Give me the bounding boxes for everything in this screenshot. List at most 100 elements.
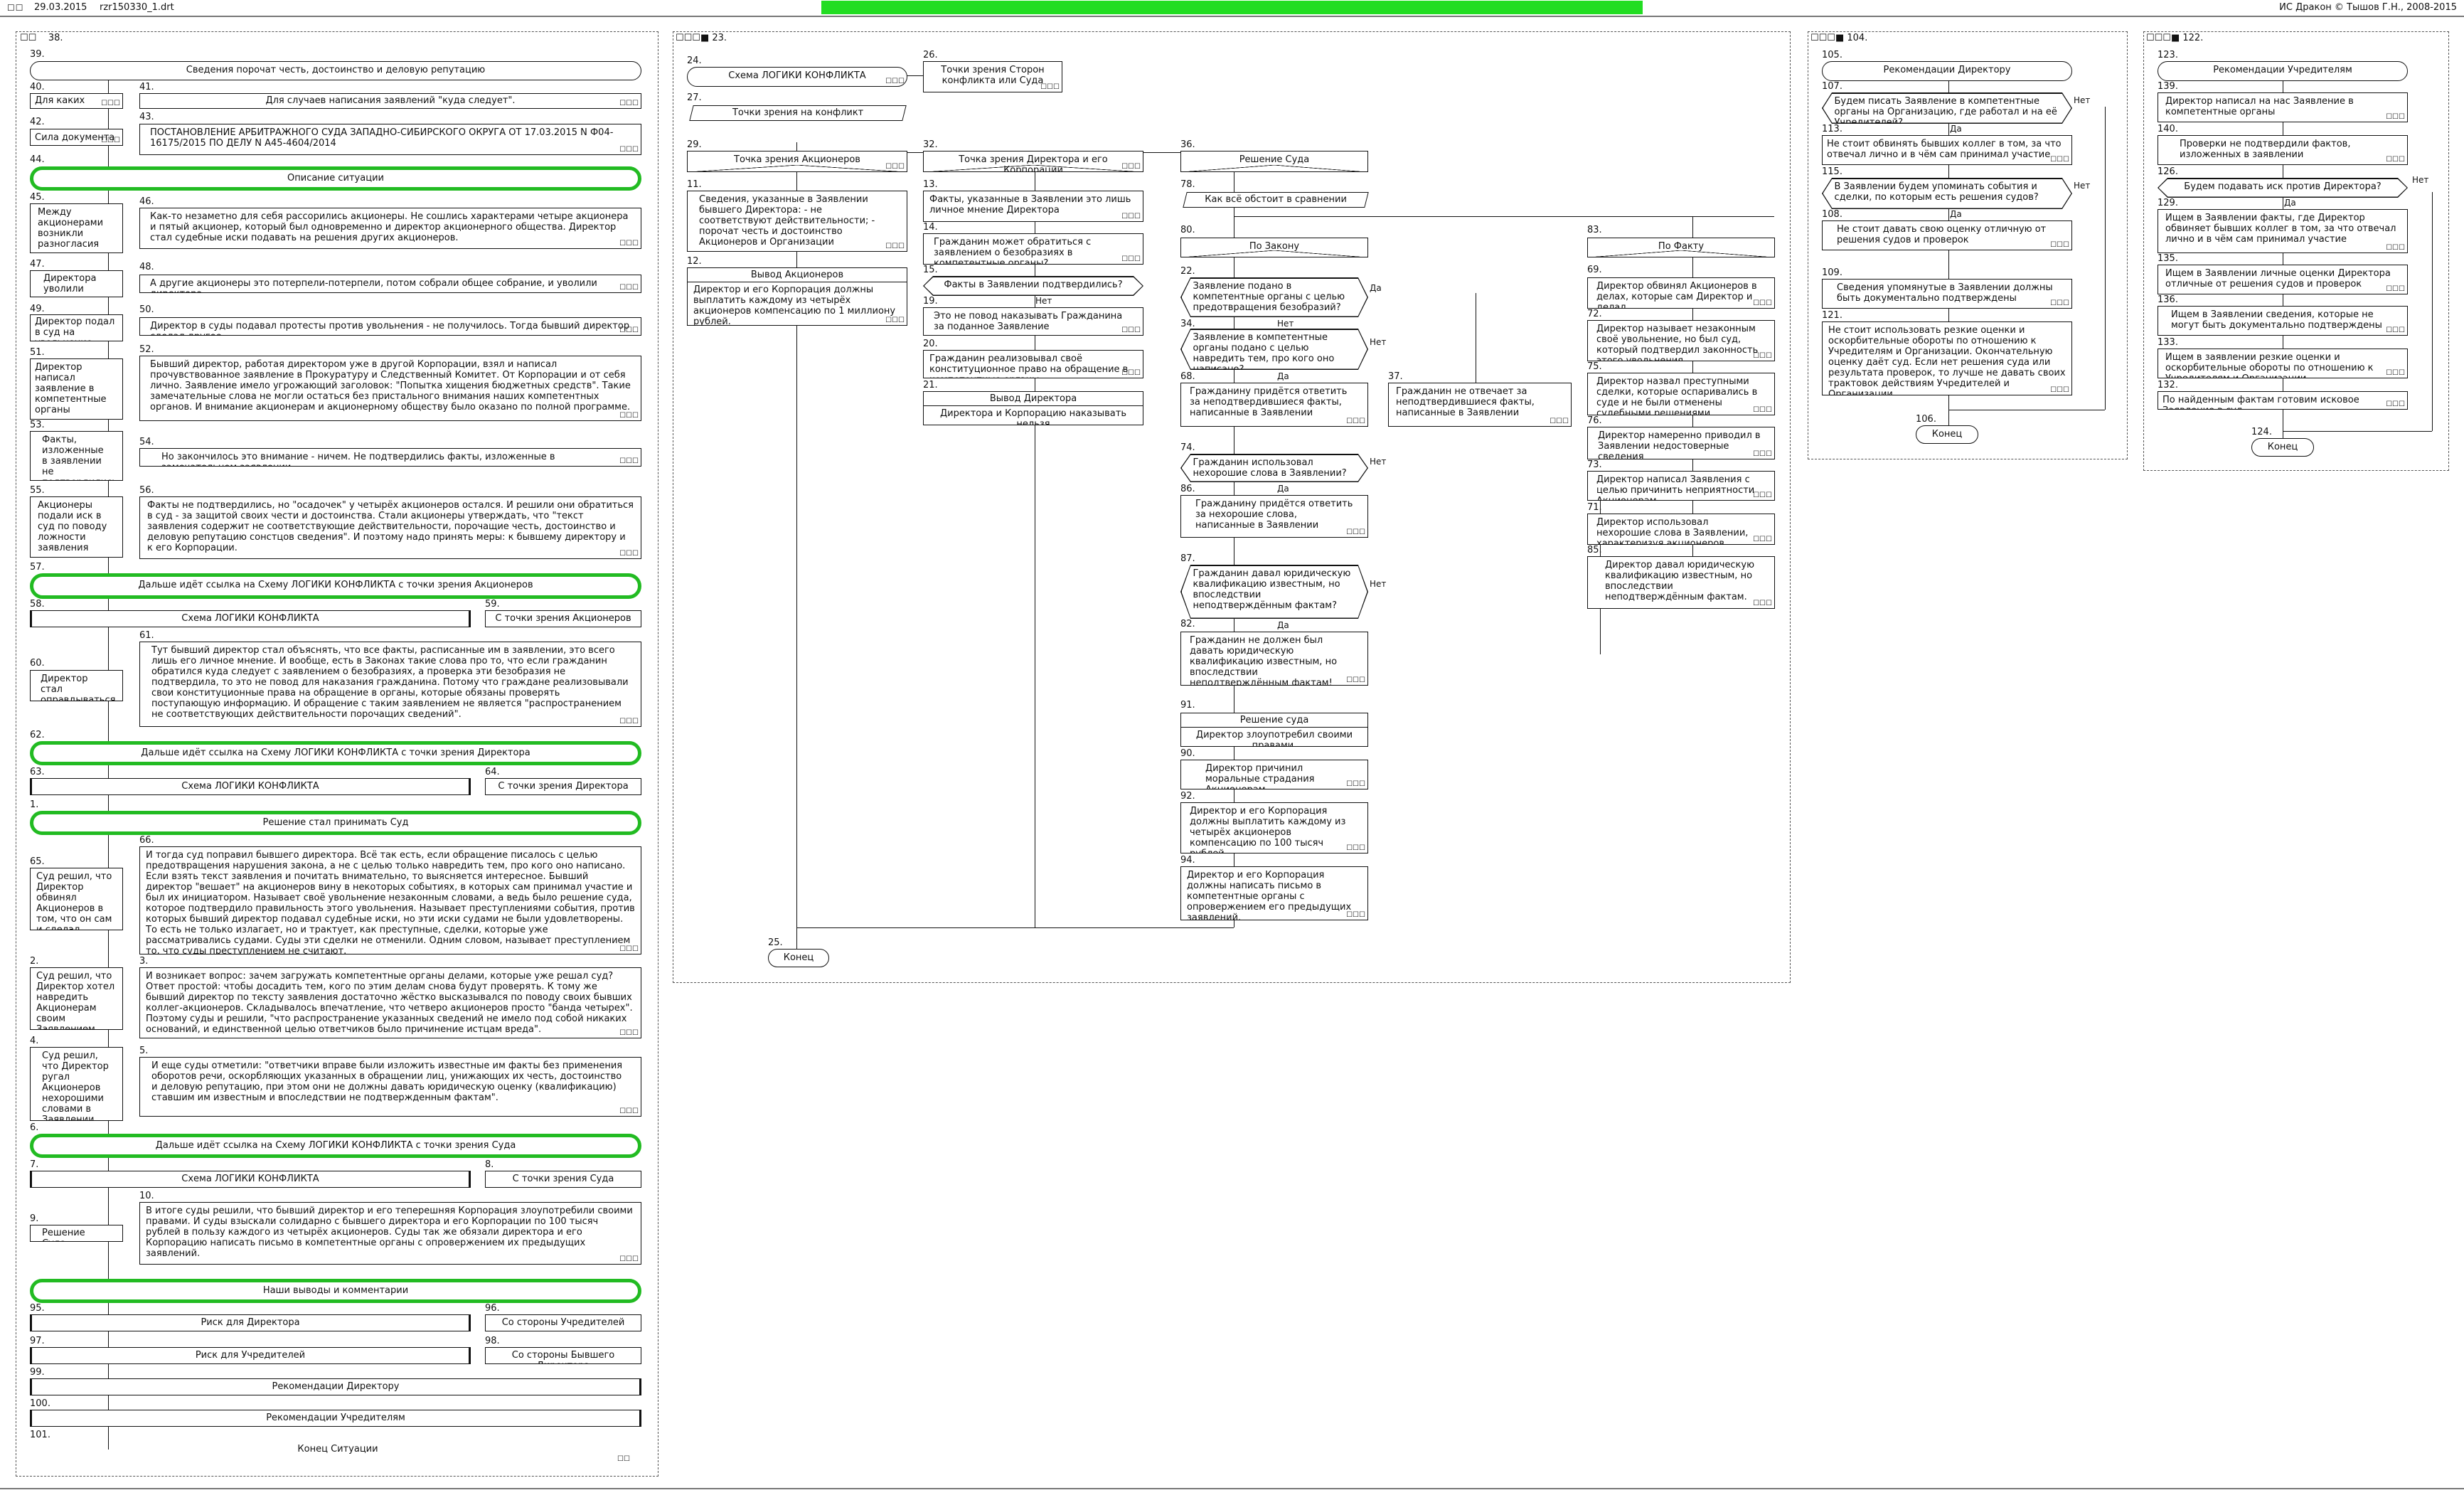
insertion-box[interactable]: Риск для Директора <box>30 1314 471 1331</box>
link-squares-icon[interactable]: ☐☐☐ <box>2050 242 2069 249</box>
action-box[interactable]: Не стоит давать свою оценку отличную от … <box>1822 220 2072 250</box>
case-label[interactable]: Для каких случаев ☐☐☐ <box>30 93 123 109</box>
link-squares-icon[interactable]: ☐☐☐ <box>619 240 639 248</box>
case-label[interactable]: Решение Суда <box>30 1225 123 1242</box>
action-box[interactable]: Факты, указанные в Заявлении это лишь ли… <box>923 191 1143 222</box>
link-squares-icon[interactable]: ☐☐☐ <box>619 1256 639 1263</box>
link-squares-icon[interactable]: ☐☐☐ <box>1346 418 1365 425</box>
link-squares-icon[interactable]: ☐☐☐ <box>2386 286 2405 293</box>
action-box[interactable]: Директор назвал преступными сделки, кото… <box>1587 373 1775 415</box>
action-box[interactable]: А другие акционеры это потерпели-потерпе… <box>139 275 641 293</box>
output-box[interactable]: Решение суда Директор злоупотребил своими… <box>1180 713 1368 747</box>
question-box[interactable]: Заявление подано в компетентные органы с… <box>1180 277 1368 317</box>
action-box[interactable]: Но закончилось это внимание - ничем. Не … <box>139 448 641 467</box>
case-label[interactable]: Суд решил, что Директор обвинял Акционер… <box>30 868 123 930</box>
action-box[interactable]: Для случаев написания заявлений "куда сл… <box>139 93 641 109</box>
link-squares-icon[interactable]: ☐☐☐ <box>1753 492 1772 499</box>
link-squares-icon[interactable]: ☐☐☐ <box>1753 353 1772 360</box>
window-squares-icon[interactable]: ☐☐ <box>7 3 24 13</box>
comment-box[interactable]: С точки зрения Директора <box>485 778 641 795</box>
action-box[interactable]: Не стоит использовать резкие оценки и ос… <box>1822 321 2072 395</box>
action-box[interactable]: Не стоит обвинять бывших коллег в том, з… <box>1822 135 2072 165</box>
action-box[interactable]: Гражданин не должен был давать юридическ… <box>1180 632 1368 686</box>
action-box[interactable]: В итоге суды решили, что бывший директор… <box>139 1202 641 1265</box>
case-label[interactable]: Между акционерами возникли разногласия <box>30 203 123 253</box>
link-squares-icon[interactable]: ☐☐☐ <box>1753 451 1772 458</box>
link-squares-icon[interactable]: ☐☐☐ <box>619 147 639 154</box>
comment-box[interactable]: Точки зрения Сторон конфликта или Суда ☐☐… <box>923 61 1062 92</box>
title-terminator[interactable]: Рекомендации Учредителям <box>2158 61 2408 81</box>
action-box[interactable]: Директор использовал нехорошие слова в З… <box>1587 514 1775 545</box>
branch-header[interactable]: Точка зрения Акционеров ☐☐☐ <box>687 151 907 172</box>
action-box[interactable]: Гражданин может обратиться с заявлением … <box>923 233 1143 265</box>
link-squares-icon[interactable]: ☐☐☐ <box>101 100 120 107</box>
comment-box[interactable]: Со стороны Учредителей <box>485 1314 641 1331</box>
insertion-box[interactable]: Рекомендации Учредителям <box>30 1410 641 1427</box>
action-box[interactable]: Факты не подтвердились, но "осадочек" у … <box>139 496 641 559</box>
link-squares-icon[interactable]: ☐☐☐ <box>1346 781 1365 788</box>
section-header-green[interactable]: Дальше идёт ссылка на Схему ЛОГИКИ КОНФЛ… <box>30 573 641 599</box>
case-label[interactable]: Суд решил, что Директор ругал Акционеров… <box>30 1047 123 1121</box>
link-squares-icon[interactable]: ☐☐ <box>617 1455 630 1463</box>
panel-squares-icon[interactable]: ☐☐☐■ <box>2146 33 2180 43</box>
insertion-box[interactable]: Схема ЛОГИКИ КОНФЛИКТА <box>30 610 471 627</box>
action-box[interactable]: Гражданину придётся ответить за неподтве… <box>1180 383 1368 427</box>
action-box[interactable]: Ищем в Заявлении факты, где Директор обв… <box>2158 209 2408 253</box>
action-box[interactable]: Гражданин не отвечает за неподтвердившие… <box>1388 383 1572 427</box>
action-box[interactable]: И тогда суд поправил бывшего директора. … <box>139 846 641 954</box>
link-squares-icon[interactable]: ☐☐☐ <box>1121 370 1141 377</box>
link-squares-icon[interactable]: ☐☐☐ <box>1346 529 1365 536</box>
link-squares-icon[interactable]: ☐☐☐ <box>619 327 639 334</box>
insertion-box[interactable]: Риск для Учредителей <box>30 1347 471 1364</box>
loop-begin[interactable]: Точки зрения на конфликт <box>689 105 907 121</box>
action-box[interactable]: Как-то незаметно для себя рассорились ак… <box>139 208 641 249</box>
link-squares-icon[interactable]: ☐☐☐ <box>1121 213 1141 220</box>
link-squares-icon[interactable]: ☐☐☐ <box>2386 370 2405 377</box>
link-squares-icon[interactable]: ☐☐☐ <box>2386 401 2405 408</box>
title-terminator[interactable]: Схема ЛОГИКИ КОНФЛИКТА ☐☐☐ <box>687 67 907 87</box>
link-squares-icon[interactable]: ☐☐☐ <box>619 100 639 107</box>
action-box[interactable]: По найденным фактам готовим исковое Заяв… <box>2158 391 2408 410</box>
link-squares-icon[interactable]: ☐☐☐ <box>2050 300 2069 307</box>
link-squares-icon[interactable]: ☐☐☐ <box>619 946 639 953</box>
link-squares-icon[interactable]: ☐☐☐ <box>885 243 905 250</box>
link-squares-icon[interactable]: ☐☐☐ <box>2386 327 2405 334</box>
case-label[interactable]: Акционеры подали иск в суд по поводу лож… <box>30 496 123 558</box>
action-box[interactable]: Директор обвинял Акционеров в делах, кот… <box>1587 277 1775 309</box>
title-terminator[interactable]: Рекомендации Директору <box>1822 61 2072 81</box>
case-label[interactable]: Директор подал в суд на увольнение <box>30 314 123 341</box>
question-box[interactable]: Факты в Заявлении подтвердились? <box>923 276 1143 296</box>
action-box[interactable]: Директор намеренно приводил в Заявлении … <box>1587 427 1775 459</box>
section-header-green[interactable]: Дальше идёт ссылка на Схему ЛОГИКИ КОНФЛ… <box>30 741 641 765</box>
action-box[interactable]: Тут бывший директор стал объяснять, что … <box>139 642 641 727</box>
link-squares-icon[interactable]: ☐☐☐ <box>2386 156 2405 164</box>
comment-box[interactable]: С точки зрения Суда <box>485 1171 641 1188</box>
link-squares-icon[interactable]: ☐☐☐ <box>1753 536 1772 543</box>
end-terminator[interactable]: Конец Ситуации <box>256 1444 420 1455</box>
case-label[interactable]: Директор стал оправдываться <box>30 670 123 701</box>
comment-box[interactable]: Со стороны Бывшего Директора <box>485 1347 641 1364</box>
action-box[interactable]: Гражданин реализовывал своё конституцион… <box>923 350 1143 378</box>
output-box[interactable]: Вывод Акционеров Директор и его Корпораци… <box>687 267 907 326</box>
action-box[interactable]: И еще суды отметили: "ответчики вправе б… <box>139 1057 641 1117</box>
link-squares-icon[interactable]: ☐☐☐ <box>885 164 905 171</box>
link-squares-icon[interactable]: ☐☐☐ <box>619 458 639 465</box>
action-box[interactable]: ПОСТАНОВЛЕНИЕ АРБИТРАЖНОГО СУДА ЗАПАДНО-… <box>139 124 641 155</box>
action-box[interactable]: Сведения, указанные в Заявлении бывшего … <box>687 191 907 252</box>
link-squares-icon[interactable]: ☐☐☐ <box>619 1108 639 1115</box>
loop-begin[interactable]: Как всё обстоит в сравнении <box>1183 192 1369 208</box>
panel-squares-icon[interactable]: ☐☐☐■ <box>1810 33 1844 43</box>
question-box[interactable]: Будем подавать иск против Директора? <box>2158 178 2408 198</box>
action-box[interactable]: Директор давал юридическую квалификацию … <box>1587 556 1775 609</box>
link-squares-icon[interactable]: ☐☐☐ <box>1121 164 1141 171</box>
action-box[interactable]: Директор в суды подавал протесты против … <box>139 317 641 336</box>
link-squares-icon[interactable]: ☐☐☐ <box>1753 300 1772 307</box>
action-box[interactable]: Директор причинил моральные страдания Ак… <box>1180 760 1368 789</box>
end-terminator[interactable]: Конец <box>768 949 829 967</box>
panel-squares-icon[interactable]: ☐☐ <box>20 33 36 43</box>
link-squares-icon[interactable]: ☐☐☐ <box>1346 677 1365 684</box>
section-header-green[interactable]: Наши выводы и комментарии <box>30 1279 641 1303</box>
question-box[interactable]: Гражданин давал юридическую квалификацию… <box>1180 565 1368 619</box>
question-box[interactable]: В Заявлении будем упоминать события и сд… <box>1822 178 2072 209</box>
action-box[interactable]: Бывший директор, работая директором уже … <box>139 356 641 421</box>
